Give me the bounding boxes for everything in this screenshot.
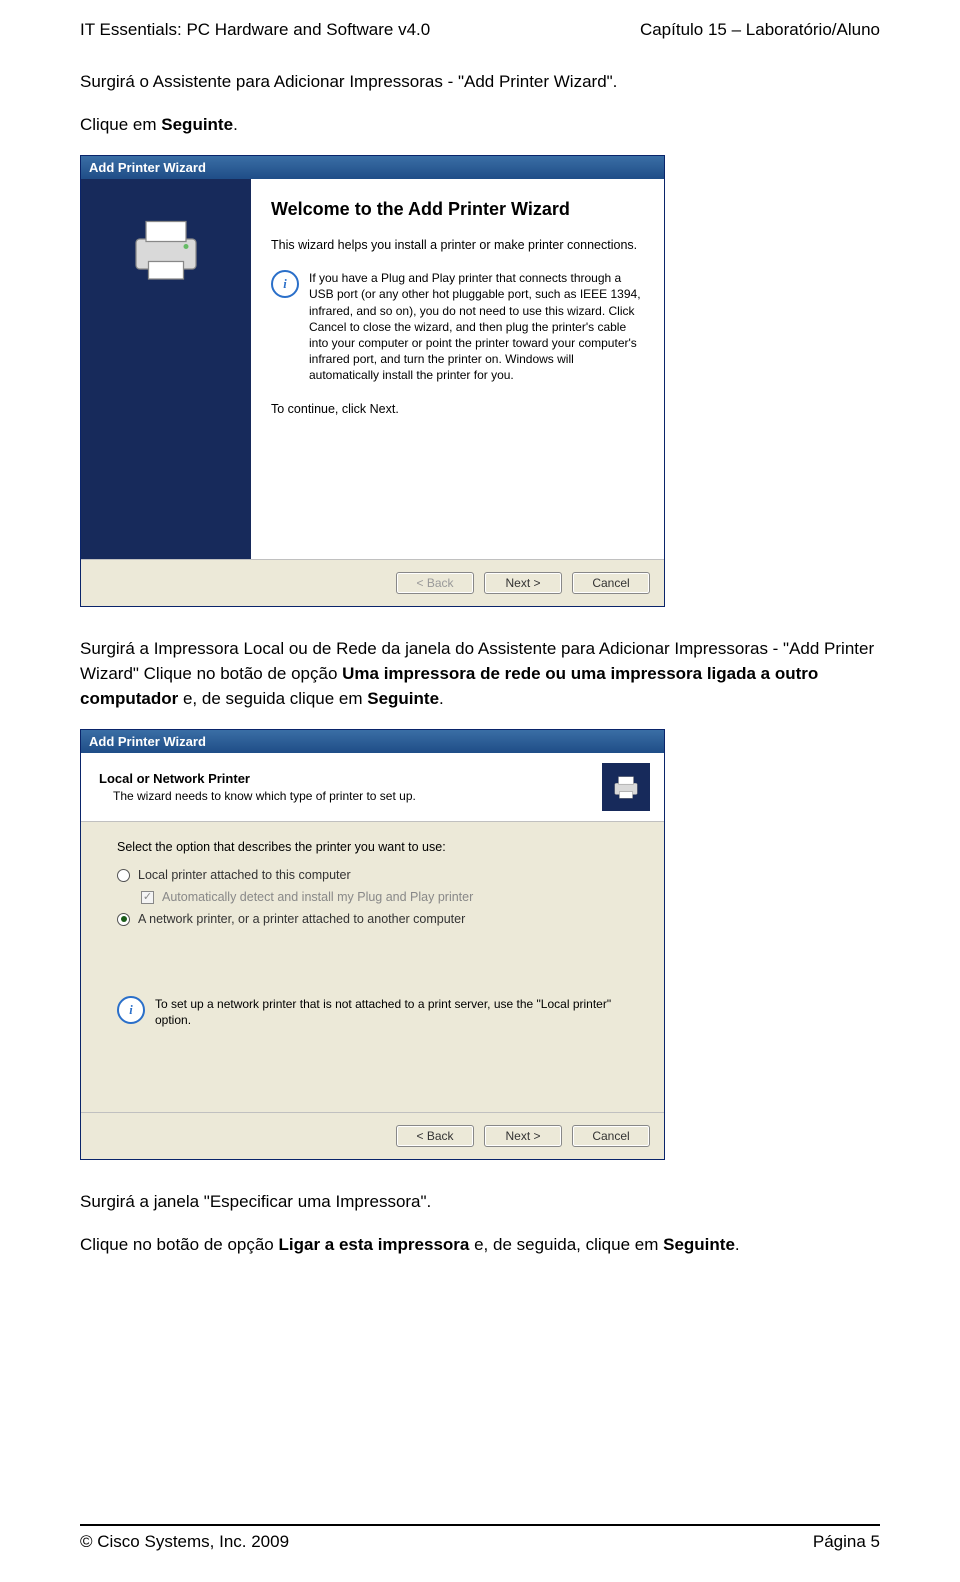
- radio-icon: [117, 869, 130, 882]
- back-button: < Back: [396, 572, 474, 594]
- info-icon: i: [117, 996, 145, 1024]
- add-printer-wizard-welcome: Add Printer Wizard Welcome to the Add Pr…: [80, 155, 665, 607]
- wizard2-head-sub: The wizard needs to know which type of p…: [113, 789, 416, 803]
- next-button[interactable]: Next >: [484, 572, 562, 594]
- wizard1-welcome-sub: This wizard helps you install a printer …: [271, 238, 644, 252]
- wizard1-continue: To continue, click Next.: [271, 402, 644, 416]
- checkbox-icon: [141, 891, 154, 904]
- paragraph-3: Surgirá a janela "Especificar uma Impres…: [80, 1190, 880, 1215]
- paragraph-1a: Surgirá o Assistente para Adicionar Impr…: [80, 70, 880, 95]
- footer-left: © Cisco Systems, Inc. 2009: [80, 1532, 289, 1552]
- wizard1-banner: [81, 179, 251, 559]
- wizard1-welcome-title: Welcome to the Add Printer Wizard: [271, 199, 644, 220]
- paragraph-2: Surgirá a Impressora Local ou de Rede da…: [80, 637, 880, 711]
- paragraph-1b: Clique em Seguinte.: [80, 113, 880, 138]
- paragraph-4: Clique no botão de opção Ligar a esta im…: [80, 1233, 880, 1258]
- back-button[interactable]: < Back: [396, 1125, 474, 1147]
- printer-icon: [126, 209, 206, 289]
- printer-icon: [602, 763, 650, 811]
- add-printer-wizard-localnetwork: Add Printer Wizard Local or Network Prin…: [80, 729, 665, 1160]
- wizard2-titlebar: Add Printer Wizard: [81, 730, 664, 753]
- wizard2-head-title: Local or Network Printer: [99, 771, 416, 786]
- radio-icon: [117, 913, 130, 926]
- next-button[interactable]: Next >: [484, 1125, 562, 1147]
- cancel-button[interactable]: Cancel: [572, 1125, 650, 1147]
- header-left: IT Essentials: PC Hardware and Software …: [80, 20, 430, 40]
- radio-network-printer[interactable]: A network printer, or a printer attached…: [117, 912, 634, 926]
- wizard1-titlebar: Add Printer Wizard: [81, 156, 664, 179]
- wizard2-tip: To set up a network printer that is not …: [155, 996, 634, 1028]
- header-right: Capítulo 15 – Laboratório/Aluno: [640, 20, 880, 40]
- radio-local-printer[interactable]: Local printer attached to this computer: [117, 868, 634, 882]
- wizard2-prompt: Select the option that describes the pri…: [117, 840, 634, 854]
- cancel-button[interactable]: Cancel: [572, 572, 650, 594]
- info-icon: i: [271, 270, 299, 298]
- checkbox-auto-detect: Automatically detect and install my Plug…: [141, 890, 634, 904]
- footer-right: Página 5: [813, 1532, 880, 1552]
- wizard1-info-text: If you have a Plug and Play printer that…: [309, 270, 644, 383]
